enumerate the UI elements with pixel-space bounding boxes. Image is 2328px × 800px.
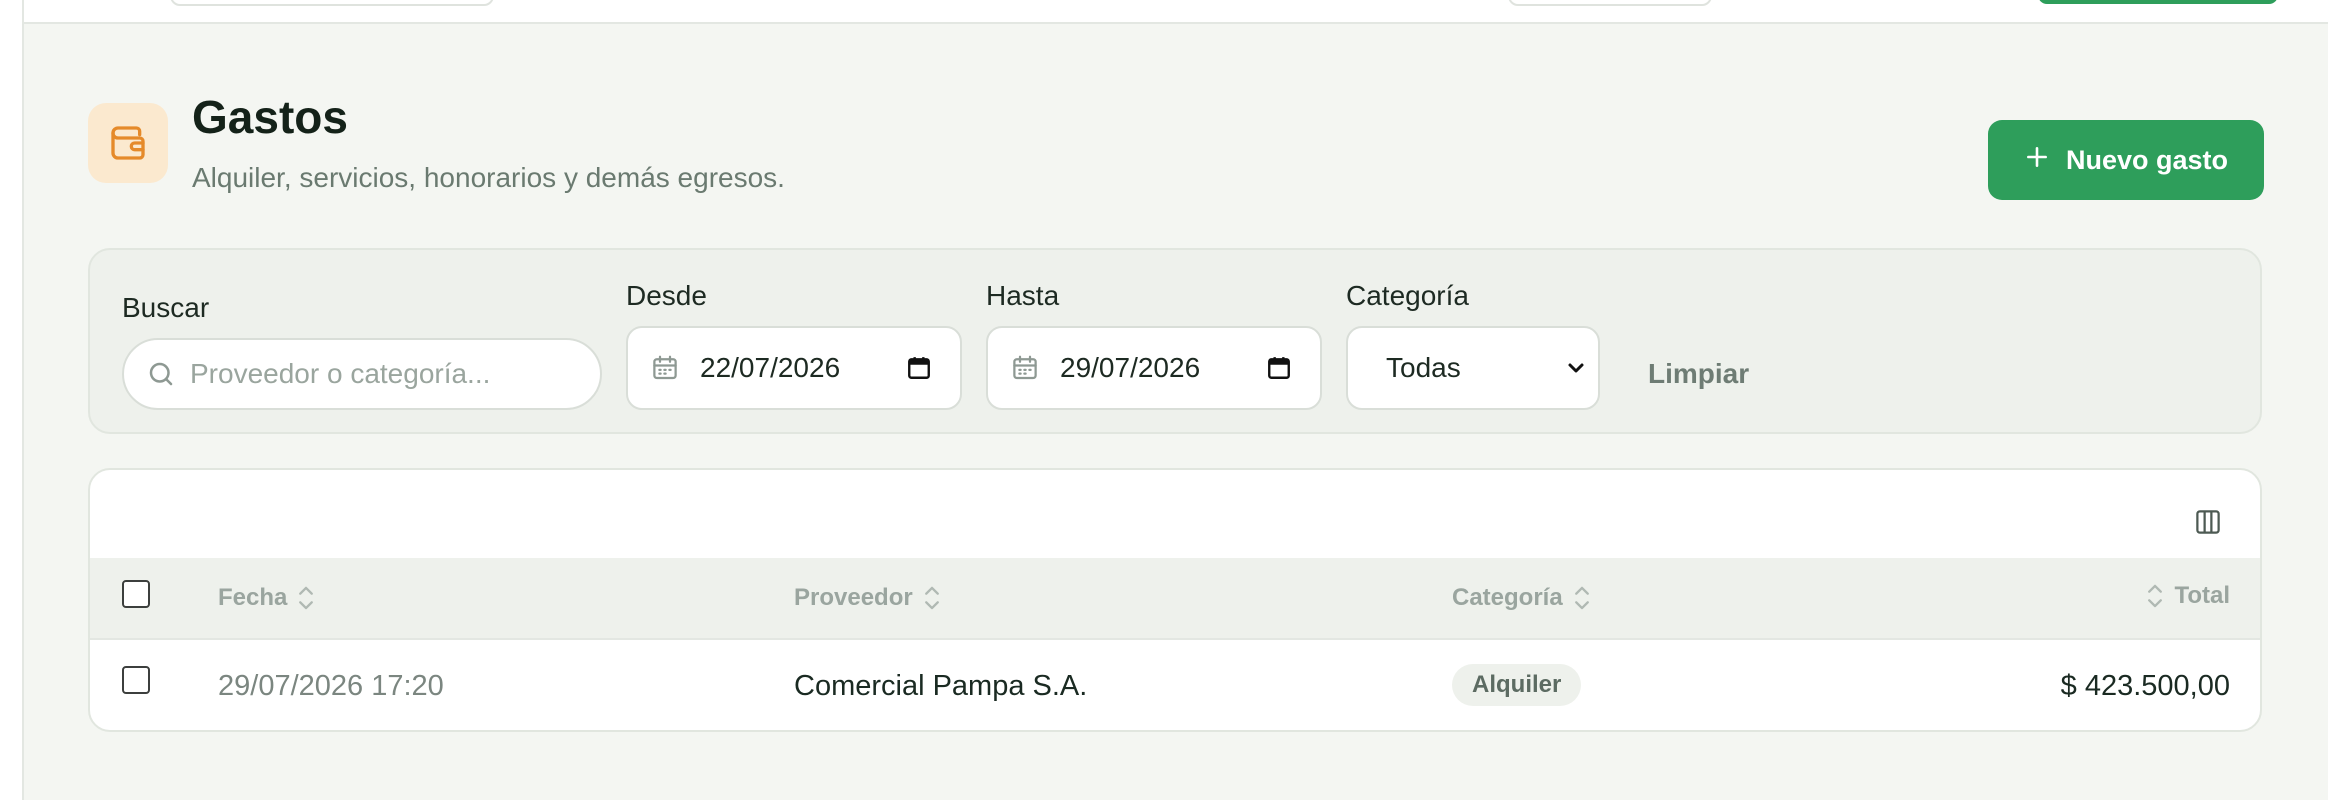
page-subtitle: Alquiler, servicios, honorarios y demás …: [192, 162, 785, 193]
columns-icon: [2193, 507, 2223, 537]
new-expense-label: Nuevo gasto: [2065, 144, 2229, 175]
column-header-categoria[interactable]: Categoría: [1452, 584, 1591, 612]
column-header-total[interactable]: Total: [2146, 582, 2230, 610]
sidebar-edge: [0, 0, 24, 800]
top-bar: [24, 0, 2328, 24]
column-header-label: Total: [2174, 582, 2230, 609]
to-label: Hasta: [986, 280, 1060, 311]
column-header-proveedor[interactable]: Proveedor: [794, 584, 941, 612]
category-label: Categoría: [1346, 280, 1469, 311]
new-expense-button[interactable]: Nuevo gasto: [1988, 120, 2264, 200]
table-header: [90, 558, 2260, 640]
topbar-primary-button[interactable]: [2038, 0, 2278, 4]
sort-icon: [297, 585, 315, 611]
from-date-value: 22/07/2026: [700, 352, 841, 383]
to-date-input[interactable]: 29/07/2026: [986, 326, 1322, 410]
row-total: $ 423.500,00: [2060, 670, 2230, 702]
calendar-picker-icon[interactable]: [906, 355, 932, 381]
column-header-label: Proveedor: [794, 584, 913, 611]
row-checkbox[interactable]: [122, 666, 150, 694]
clear-filters-button[interactable]: Limpiar: [1648, 358, 1749, 390]
category-badge: Alquiler: [1452, 664, 1582, 706]
to-date-value: 29/07/2026: [1060, 352, 1201, 383]
columns-toggle-button[interactable]: [2192, 506, 2224, 538]
page-title: Gastos: [192, 91, 348, 143]
calendar-icon: [1010, 353, 1040, 383]
select-all-checkbox[interactable]: [122, 580, 150, 608]
sort-icon: [1573, 585, 1591, 611]
topbar-control[interactable]: [1508, 0, 1712, 6]
topbar-search-field[interactable]: [170, 0, 494, 6]
search-placeholder: Proveedor o categoría...: [190, 358, 491, 389]
plus-icon: [2024, 144, 2050, 177]
calendar-icon: [650, 353, 680, 383]
search-icon: [146, 359, 176, 389]
calendar-picker-icon[interactable]: [1266, 355, 1292, 381]
chevron-down-icon: [1564, 356, 1588, 380]
sort-icon: [2146, 583, 2164, 609]
from-label: Desde: [626, 280, 707, 311]
category-selected-value: Todas: [1386, 352, 1461, 383]
column-header-fecha[interactable]: Fecha: [218, 584, 315, 612]
search-input[interactable]: Proveedor o categoría...: [122, 338, 602, 410]
column-header-label: Fecha: [218, 584, 288, 611]
wallet-icon: [88, 103, 168, 183]
row-provider: Comercial Pampa S.A.: [794, 670, 1088, 702]
row-date: 29/07/2026 17:20: [218, 670, 444, 702]
sort-icon: [923, 585, 941, 611]
search-label: Buscar: [122, 292, 210, 323]
category-select[interactable]: Todas: [1346, 326, 1600, 410]
column-header-label: Categoría: [1452, 584, 1563, 611]
from-date-input[interactable]: 22/07/2026: [626, 326, 962, 410]
